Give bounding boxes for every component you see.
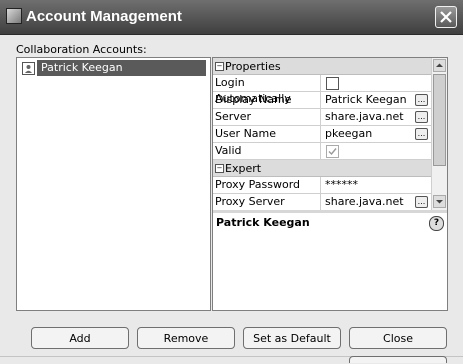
scroll-down-arrow[interactable] <box>433 195 446 208</box>
property-row-valid: Valid <box>213 143 431 160</box>
window-title: Account Management <box>26 8 182 25</box>
accounts-label: Collaboration Accounts: <box>16 43 147 56</box>
property-name: Display Name <box>213 92 321 108</box>
splitter[interactable] <box>213 210 447 213</box>
accounts-list[interactable]: Patrick Keegan <box>16 57 211 311</box>
property-row-display-name: Display Name Patrick Keegan ... <box>213 92 431 109</box>
description-title: Patrick Keegan <box>216 216 310 229</box>
user-name-ellipsis-button[interactable]: ... <box>415 128 428 140</box>
category-properties[interactable]: − Properties <box>213 58 431 75</box>
set-as-default-button[interactable]: Set as Default <box>243 327 341 349</box>
category-label: Properties <box>225 60 281 73</box>
server-ellipsis-button[interactable]: ... <box>415 111 428 123</box>
scroll-thumb[interactable] <box>433 74 446 166</box>
property-row-user-name: User Name pkeegan ... <box>213 126 431 143</box>
property-row-proxy-password: Proxy Password ****** <box>213 177 431 194</box>
login-automatically-checkbox[interactable] <box>326 77 339 90</box>
property-sheet: − Properties Login Automatically Display… <box>212 57 448 311</box>
property-name: User Name <box>213 126 321 142</box>
proxy-server-ellipsis-button[interactable]: ... <box>415 196 428 208</box>
user-icon <box>22 62 35 75</box>
property-row-proxy-server: Proxy Server share.java.net ... <box>213 194 431 210</box>
property-name: Proxy Password <box>213 177 321 193</box>
scroll-up-arrow[interactable] <box>433 59 446 72</box>
property-name: Login Automatically <box>213 75 321 105</box>
collapse-icon[interactable]: − <box>215 62 224 71</box>
property-name: Valid <box>213 143 321 159</box>
close-button[interactable]: Close <box>349 327 447 349</box>
property-name: Proxy Server <box>213 194 321 210</box>
category-label: Expert <box>225 162 262 175</box>
valid-checkbox <box>326 145 339 158</box>
title-bar: Account Management <box>0 0 463 35</box>
vertical-scrollbar[interactable] <box>431 58 447 210</box>
app-icon <box>6 8 22 24</box>
display-name-ellipsis-button[interactable]: ... <box>415 94 428 106</box>
partial-button-edge <box>349 356 447 363</box>
close-icon <box>440 11 452 23</box>
add-button[interactable]: Add <box>31 327 129 349</box>
property-grid: − Properties Login Automatically Display… <box>213 58 431 210</box>
close-window-button[interactable] <box>435 6 457 28</box>
help-icon[interactable]: ? <box>429 216 444 231</box>
property-row-server: Server share.java.net ... <box>213 109 431 126</box>
account-item-label: Patrick Keegan <box>37 60 206 76</box>
checkmark-icon <box>328 148 337 156</box>
remove-button[interactable]: Remove <box>137 327 235 349</box>
category-expert[interactable]: − Expert <box>213 160 431 177</box>
collapse-icon[interactable]: − <box>215 164 224 173</box>
property-name: Server <box>213 109 321 125</box>
proxy-password-value[interactable]: ****** <box>322 177 431 193</box>
property-row-login-automatically: Login Automatically <box>213 75 431 105</box>
account-item[interactable]: Patrick Keegan <box>19 60 208 76</box>
